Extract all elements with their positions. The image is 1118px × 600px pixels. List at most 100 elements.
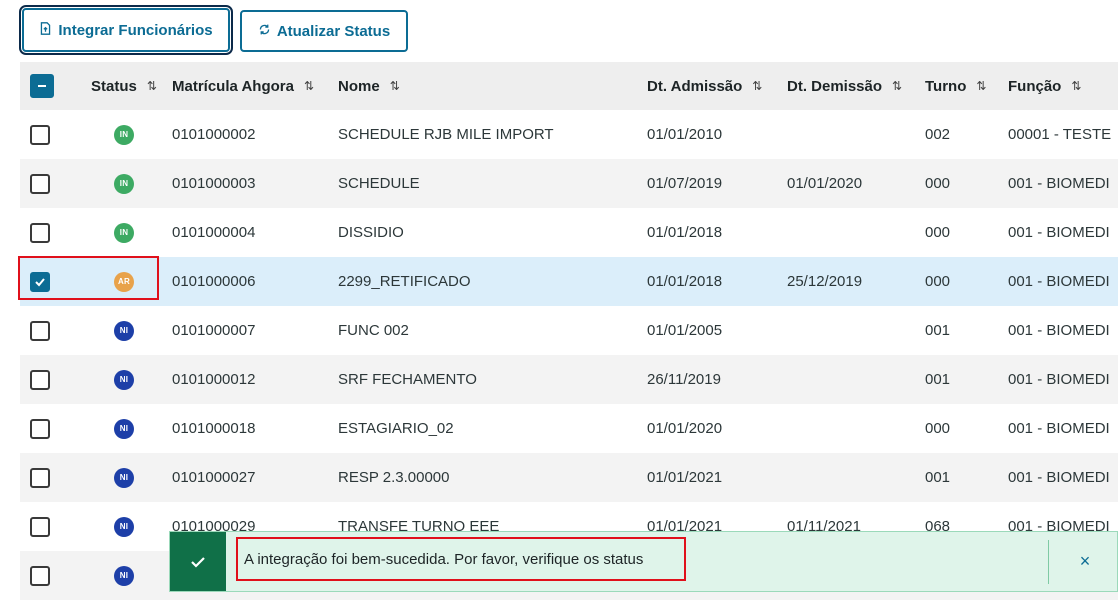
funcao-cell: 001 - BIOMEDI — [1008, 224, 1110, 241]
status-badge: NI — [114, 418, 134, 439]
row-select-cell — [30, 306, 54, 355]
column-header-status-label: Status — [91, 77, 137, 95]
row-select-cell — [30, 257, 54, 306]
row-select-cell — [30, 355, 54, 404]
table-row[interactable]: IN 0101000003 SCHEDULE 01/07/2019 01/01/2020… — [20, 159, 1118, 208]
row-select-cell — [30, 551, 54, 600]
demissao-cell — [787, 404, 917, 453]
row-checkbox[interactable] — [30, 467, 50, 488]
admissao-cell: 26/11/2019 — [647, 371, 721, 388]
column-header-admissao[interactable]: Dt. Admissão ⇅ — [647, 62, 777, 110]
row-checkbox[interactable] — [30, 369, 50, 390]
status-badge: NI — [114, 369, 134, 390]
column-header-funcao[interactable]: Função ⇅ — [1008, 62, 1118, 110]
toast-message: A integração foi bem-sucedida. Por favor… — [236, 537, 686, 581]
status-badge: NI — [114, 320, 134, 341]
status-cell: IN — [86, 159, 162, 208]
column-header-status[interactable]: Status ⇅ — [86, 62, 162, 110]
sort-icon: ⇅ — [146, 79, 157, 93]
matricula-cell: 0101000012 — [172, 371, 256, 388]
matricula-cell: 0101000007 — [172, 322, 256, 339]
row-checkbox[interactable] — [30, 516, 50, 537]
admissao-cell: 01/01/2021 — [647, 469, 723, 486]
turno-cell: 001 — [925, 322, 951, 339]
check-icon — [170, 532, 226, 591]
status-cell: IN — [86, 208, 162, 257]
table-row[interactable]: NI 0101000027 RESP 2.3.00000 01/01/2021 001 0… — [20, 453, 1118, 502]
close-icon[interactable]: × — [1070, 532, 1100, 591]
column-header-matricula[interactable]: Matrícula Ahgora ⇅ — [172, 62, 322, 110]
table-header: Status ⇅ Matrícula Ahgora ⇅ Nome ⇅ Dt. A… — [20, 62, 1118, 110]
admissao-cell: 01/01/2005 — [647, 322, 723, 339]
nome-cell: ESTAGIARIO_02 — [338, 420, 454, 437]
table-row[interactable]: IN 0101000002 SCHEDULE RJB MILE IMPORT 01/0… — [20, 110, 1118, 159]
nome-cell: RESP 2.3.00000 — [338, 469, 450, 486]
status-cell: NI — [86, 453, 162, 502]
table-row[interactable]: IN 0101000004 DISSIDIO 01/01/2018 000 001 - B… — [20, 208, 1118, 257]
table-row[interactable]: NI 0101000018 ESTAGIARIO_02 01/01/2020 000 00… — [20, 404, 1118, 453]
refresh-icon — [258, 23, 271, 40]
row-checkbox[interactable] — [30, 320, 50, 341]
status-cell: NI — [86, 306, 162, 355]
sort-icon: ⇅ — [1071, 79, 1082, 93]
column-header-admissao-label: Dt. Admissão — [647, 77, 743, 95]
status-cell: IN — [86, 110, 162, 159]
sort-icon: ⇅ — [389, 79, 400, 93]
status-badge: AR — [114, 271, 134, 292]
success-toast: A integração foi bem-sucedida. Por favor… — [169, 531, 1118, 592]
demissao-cell — [787, 306, 917, 355]
table-row[interactable]: AR 0101000006 2299_RETIFICADO 01/01/2018 25/… — [20, 257, 1118, 306]
column-header-funcao-label: Função — [1008, 77, 1062, 95]
status-badge: IN — [114, 222, 134, 243]
sort-icon: ⇅ — [752, 79, 763, 93]
row-checkbox[interactable] — [30, 222, 50, 243]
row-checkbox[interactable] — [30, 565, 50, 586]
status-cell: NI — [86, 502, 162, 551]
demissao-cell — [787, 208, 917, 257]
funcao-cell: 001 - BIOMEDI — [1008, 469, 1110, 486]
matricula-cell: 0101000006 — [172, 273, 256, 290]
status-badge: NI — [114, 516, 134, 537]
column-header-turno[interactable]: Turno ⇅ — [925, 62, 1000, 110]
table-row[interactable]: NI 0101000012 SRF FECHAMENTO 26/11/2019 001 0… — [20, 355, 1118, 404]
integrate-employees-label: Integrar Funcionários — [58, 21, 213, 39]
row-select-cell — [30, 110, 54, 159]
matricula-cell: 0101000018 — [172, 420, 256, 437]
refresh-status-label: Atualizar Status — [276, 22, 391, 40]
turno-cell: 001 — [925, 469, 951, 486]
sort-icon: ⇅ — [303, 79, 315, 93]
nome-cell: DISSIDIO — [338, 224, 404, 241]
column-header-demissao[interactable]: Dt. Demissão ⇅ — [787, 62, 917, 110]
admissao-cell: 01/01/2018 — [647, 273, 723, 290]
column-header-demissao-label: Dt. Demissão — [787, 77, 883, 95]
matricula-cell: 0101000003 — [172, 175, 256, 192]
file-upload-icon — [39, 21, 52, 39]
turno-cell: 000 — [925, 273, 951, 290]
row-checkbox[interactable] — [30, 124, 50, 145]
integrate-employees-button[interactable]: Integrar Funcionários — [19, 5, 233, 55]
row-checkbox[interactable] — [30, 271, 50, 292]
sort-icon: ⇅ — [976, 79, 987, 93]
column-header-nome-label: Nome — [338, 77, 380, 95]
row-checkbox[interactable] — [30, 418, 50, 439]
row-select-cell — [30, 453, 54, 502]
sort-icon: ⇅ — [892, 79, 903, 93]
table-row[interactable]: NI 0101000007 FUNC 002 01/01/2005 001 001 - B… — [20, 306, 1118, 355]
toast-divider — [1048, 540, 1049, 584]
status-cell: NI — [86, 404, 162, 453]
nome-cell: SCHEDULE RJB MILE IMPORT — [338, 126, 554, 143]
turno-cell: 002 — [925, 126, 951, 143]
status-cell: NI — [86, 551, 162, 600]
row-select-cell — [30, 404, 54, 453]
turno-cell: 000 — [925, 224, 951, 241]
select-all-checkbox[interactable] — [30, 74, 54, 98]
column-header-nome[interactable]: Nome ⇅ — [338, 62, 638, 110]
funcao-cell: 001 - BIOMEDI — [1008, 371, 1110, 388]
matricula-cell: 0101000027 — [172, 469, 256, 486]
funcao-cell: 001 - BIOMEDI — [1008, 175, 1110, 192]
demissao-cell: 25/12/2019 — [787, 273, 863, 290]
row-checkbox[interactable] — [30, 173, 50, 194]
demissao-cell — [787, 110, 917, 159]
refresh-status-button[interactable]: Atualizar Status — [240, 10, 408, 52]
status-badge: IN — [114, 173, 134, 194]
